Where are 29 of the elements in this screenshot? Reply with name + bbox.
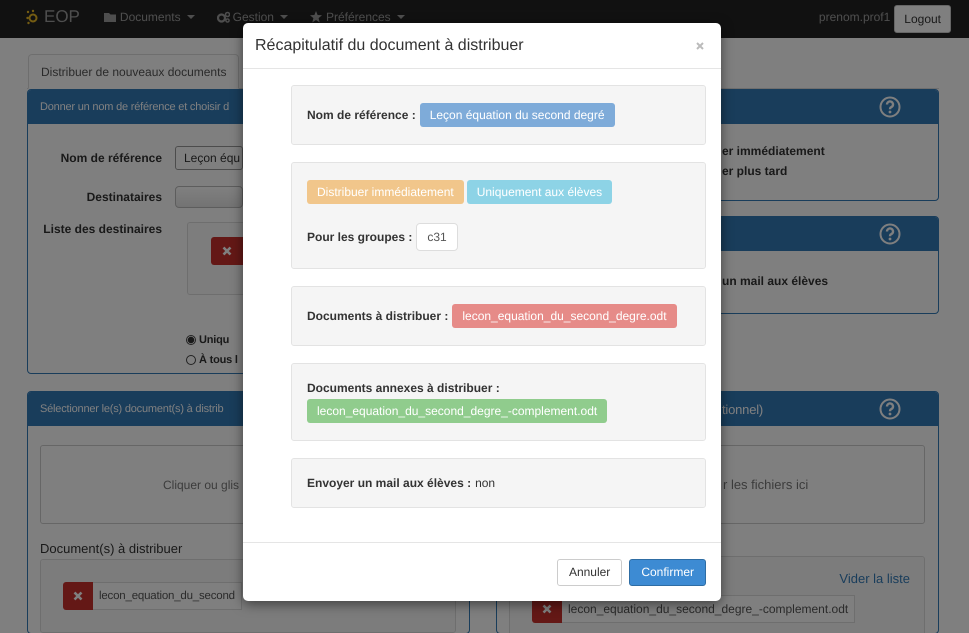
summary-label: Documents à distribuer :: [307, 309, 448, 323]
list-title: Document(s) à distribuer: [40, 541, 184, 556]
field-label: Destinataires: [86, 190, 162, 204]
group-tag: c31: [416, 223, 458, 251]
reference-tag: Leçon équation du second degré: [420, 103, 615, 127]
radio-label: er plus tard: [721, 163, 788, 180]
audience-tag: Uniquement aux élèves: [466, 180, 612, 204]
radio-label: er immédiatement: [721, 143, 826, 160]
radio-label: Uniqu: [199, 334, 230, 346]
summary-label: Envoyer un mail aux élèves :: [307, 476, 472, 490]
checkbox-label: un mail aux élèves: [721, 273, 830, 290]
file-tag: lecon_equation_du_second_degre_-complement.odt: [307, 399, 608, 423]
mode-tag: Distribuer immédiatement: [307, 180, 464, 204]
panel-title: Donner un nom de référence et choisir d: [40, 101, 230, 113]
summary-label: Documents annexes à distribuer :: [307, 381, 500, 395]
panel-title: tionnel): [722, 402, 764, 416]
user-name: prenom.prof1: [818, 10, 890, 24]
dropzone-hint: r les fichiers ici: [723, 477, 808, 492]
summary-label: Pour les groupes :: [307, 230, 412, 244]
panel-title: Sélectionner le(s) document(s) à distrib: [40, 403, 224, 415]
radio-label: À tous l: [199, 354, 238, 366]
field-label: Liste des destinaires: [42, 222, 162, 236]
file-tag: lecon_equation_du_second_degre.odt: [452, 304, 677, 328]
file-name: lecon_equation_du_second: [93, 582, 242, 610]
modal-title: Récapitulatif du document à distribuer: [255, 36, 524, 54]
summary-value: non: [475, 476, 496, 490]
field-label: Nom de référence: [60, 150, 162, 164]
summary-label: Nom de référence :: [307, 108, 416, 122]
dropzone-hint: Cliquer ou glis: [163, 478, 240, 492]
